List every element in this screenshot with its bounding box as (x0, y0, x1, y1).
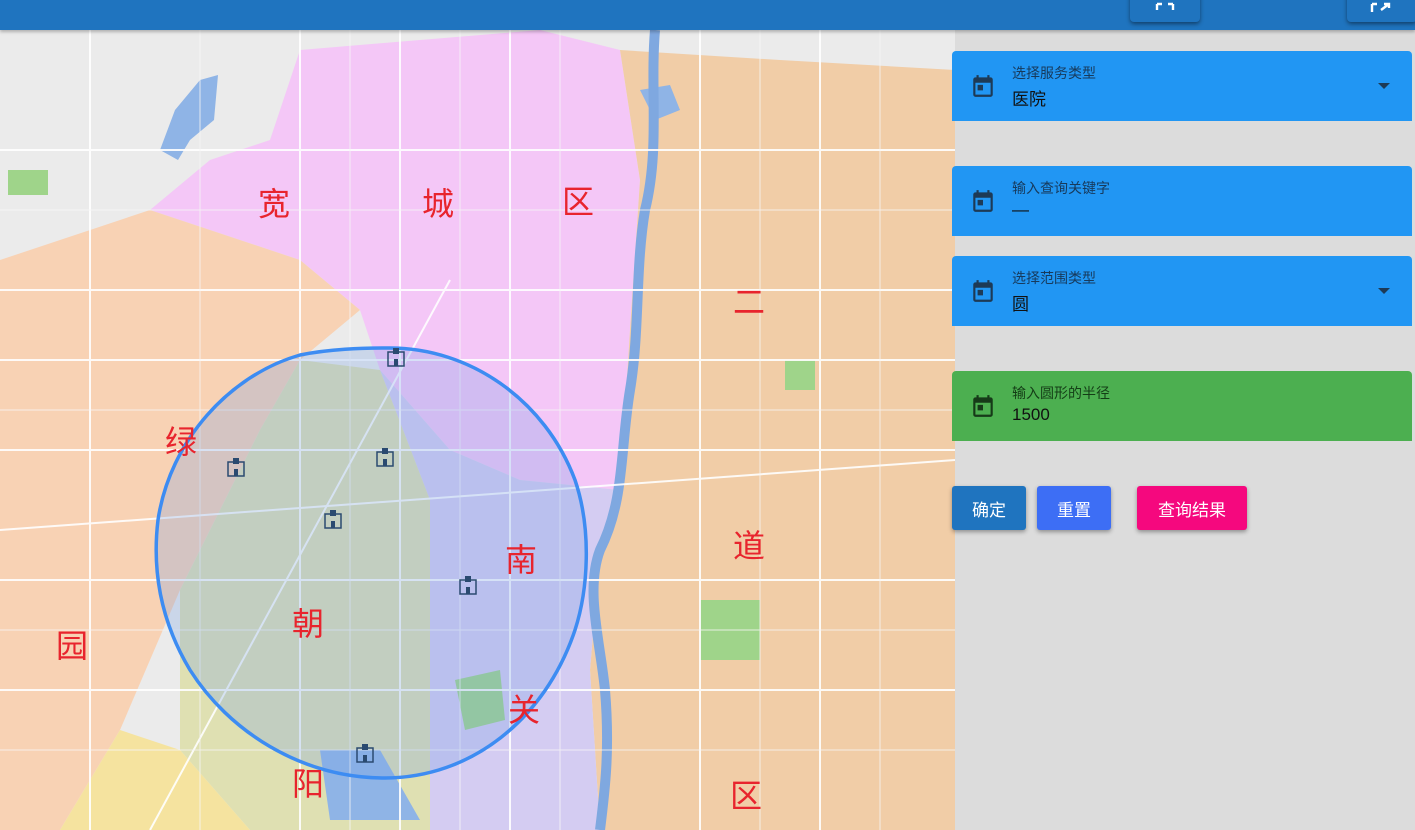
keyword-field[interactable]: 输入查询关键字 — (952, 166, 1412, 236)
service-type-label: 选择服务类型 (1012, 65, 1096, 81)
district-label: 区 (730, 777, 763, 815)
district-label: 绿 (165, 423, 198, 461)
district-label: 二 (733, 283, 766, 321)
radius-label: 输入圆形的半径 (1012, 385, 1110, 401)
calendar-icon (973, 190, 993, 212)
calendar-icon (973, 395, 993, 417)
query-panel: 选择服务类型 医院 输入查询关键字 — 选择范围类型 圆 输入圆形的半径 150… (952, 30, 1415, 830)
radius-field[interactable]: 输入圆形的半径 1500 (952, 371, 1412, 441)
keyword-value: — (1012, 200, 1029, 219)
query-results-button[interactable]: 查询结果 (1137, 486, 1247, 530)
district-label: 道 (733, 527, 766, 565)
district-label: 区 (562, 183, 595, 221)
service-type-value: 医院 (1012, 90, 1046, 109)
calendar-icon (973, 280, 993, 302)
keyword-label: 输入查询关键字 (1012, 180, 1110, 196)
export-icon (1370, 2, 1391, 12)
calendar-icon (973, 75, 993, 97)
top-toolbar (0, 0, 1415, 30)
dropdown-arrow-icon (1378, 83, 1390, 89)
district-label: 城 (422, 185, 455, 223)
map-canvas (0, 30, 955, 830)
range-type-select[interactable]: 选择范围类型 圆 (952, 256, 1412, 326)
radius-value: 1500 (1012, 405, 1050, 424)
fullscreen-icon (1155, 2, 1175, 10)
dropdown-arrow-icon (1378, 288, 1390, 294)
district-label: 宽 (258, 185, 291, 223)
export-button[interactable] (1347, 0, 1415, 22)
range-type-value: 圆 (1012, 295, 1029, 314)
district-label: 园 (56, 627, 89, 665)
service-type-select[interactable]: 选择服务类型 医院 (952, 51, 1412, 121)
reset-button[interactable]: 重置 (1037, 486, 1111, 530)
district-label: 朝 (292, 605, 325, 643)
district-label: 阳 (292, 765, 325, 803)
district-label: 南 (505, 541, 538, 579)
district-label: 关 (508, 691, 541, 729)
confirm-button[interactable]: 确定 (952, 486, 1026, 530)
map-view[interactable]: 宽 城 区 二 道 区 绿 园 朝 阳 南 关 (0, 30, 955, 830)
range-type-label: 选择范围类型 (1012, 270, 1096, 286)
fullscreen-button[interactable] (1130, 0, 1200, 22)
